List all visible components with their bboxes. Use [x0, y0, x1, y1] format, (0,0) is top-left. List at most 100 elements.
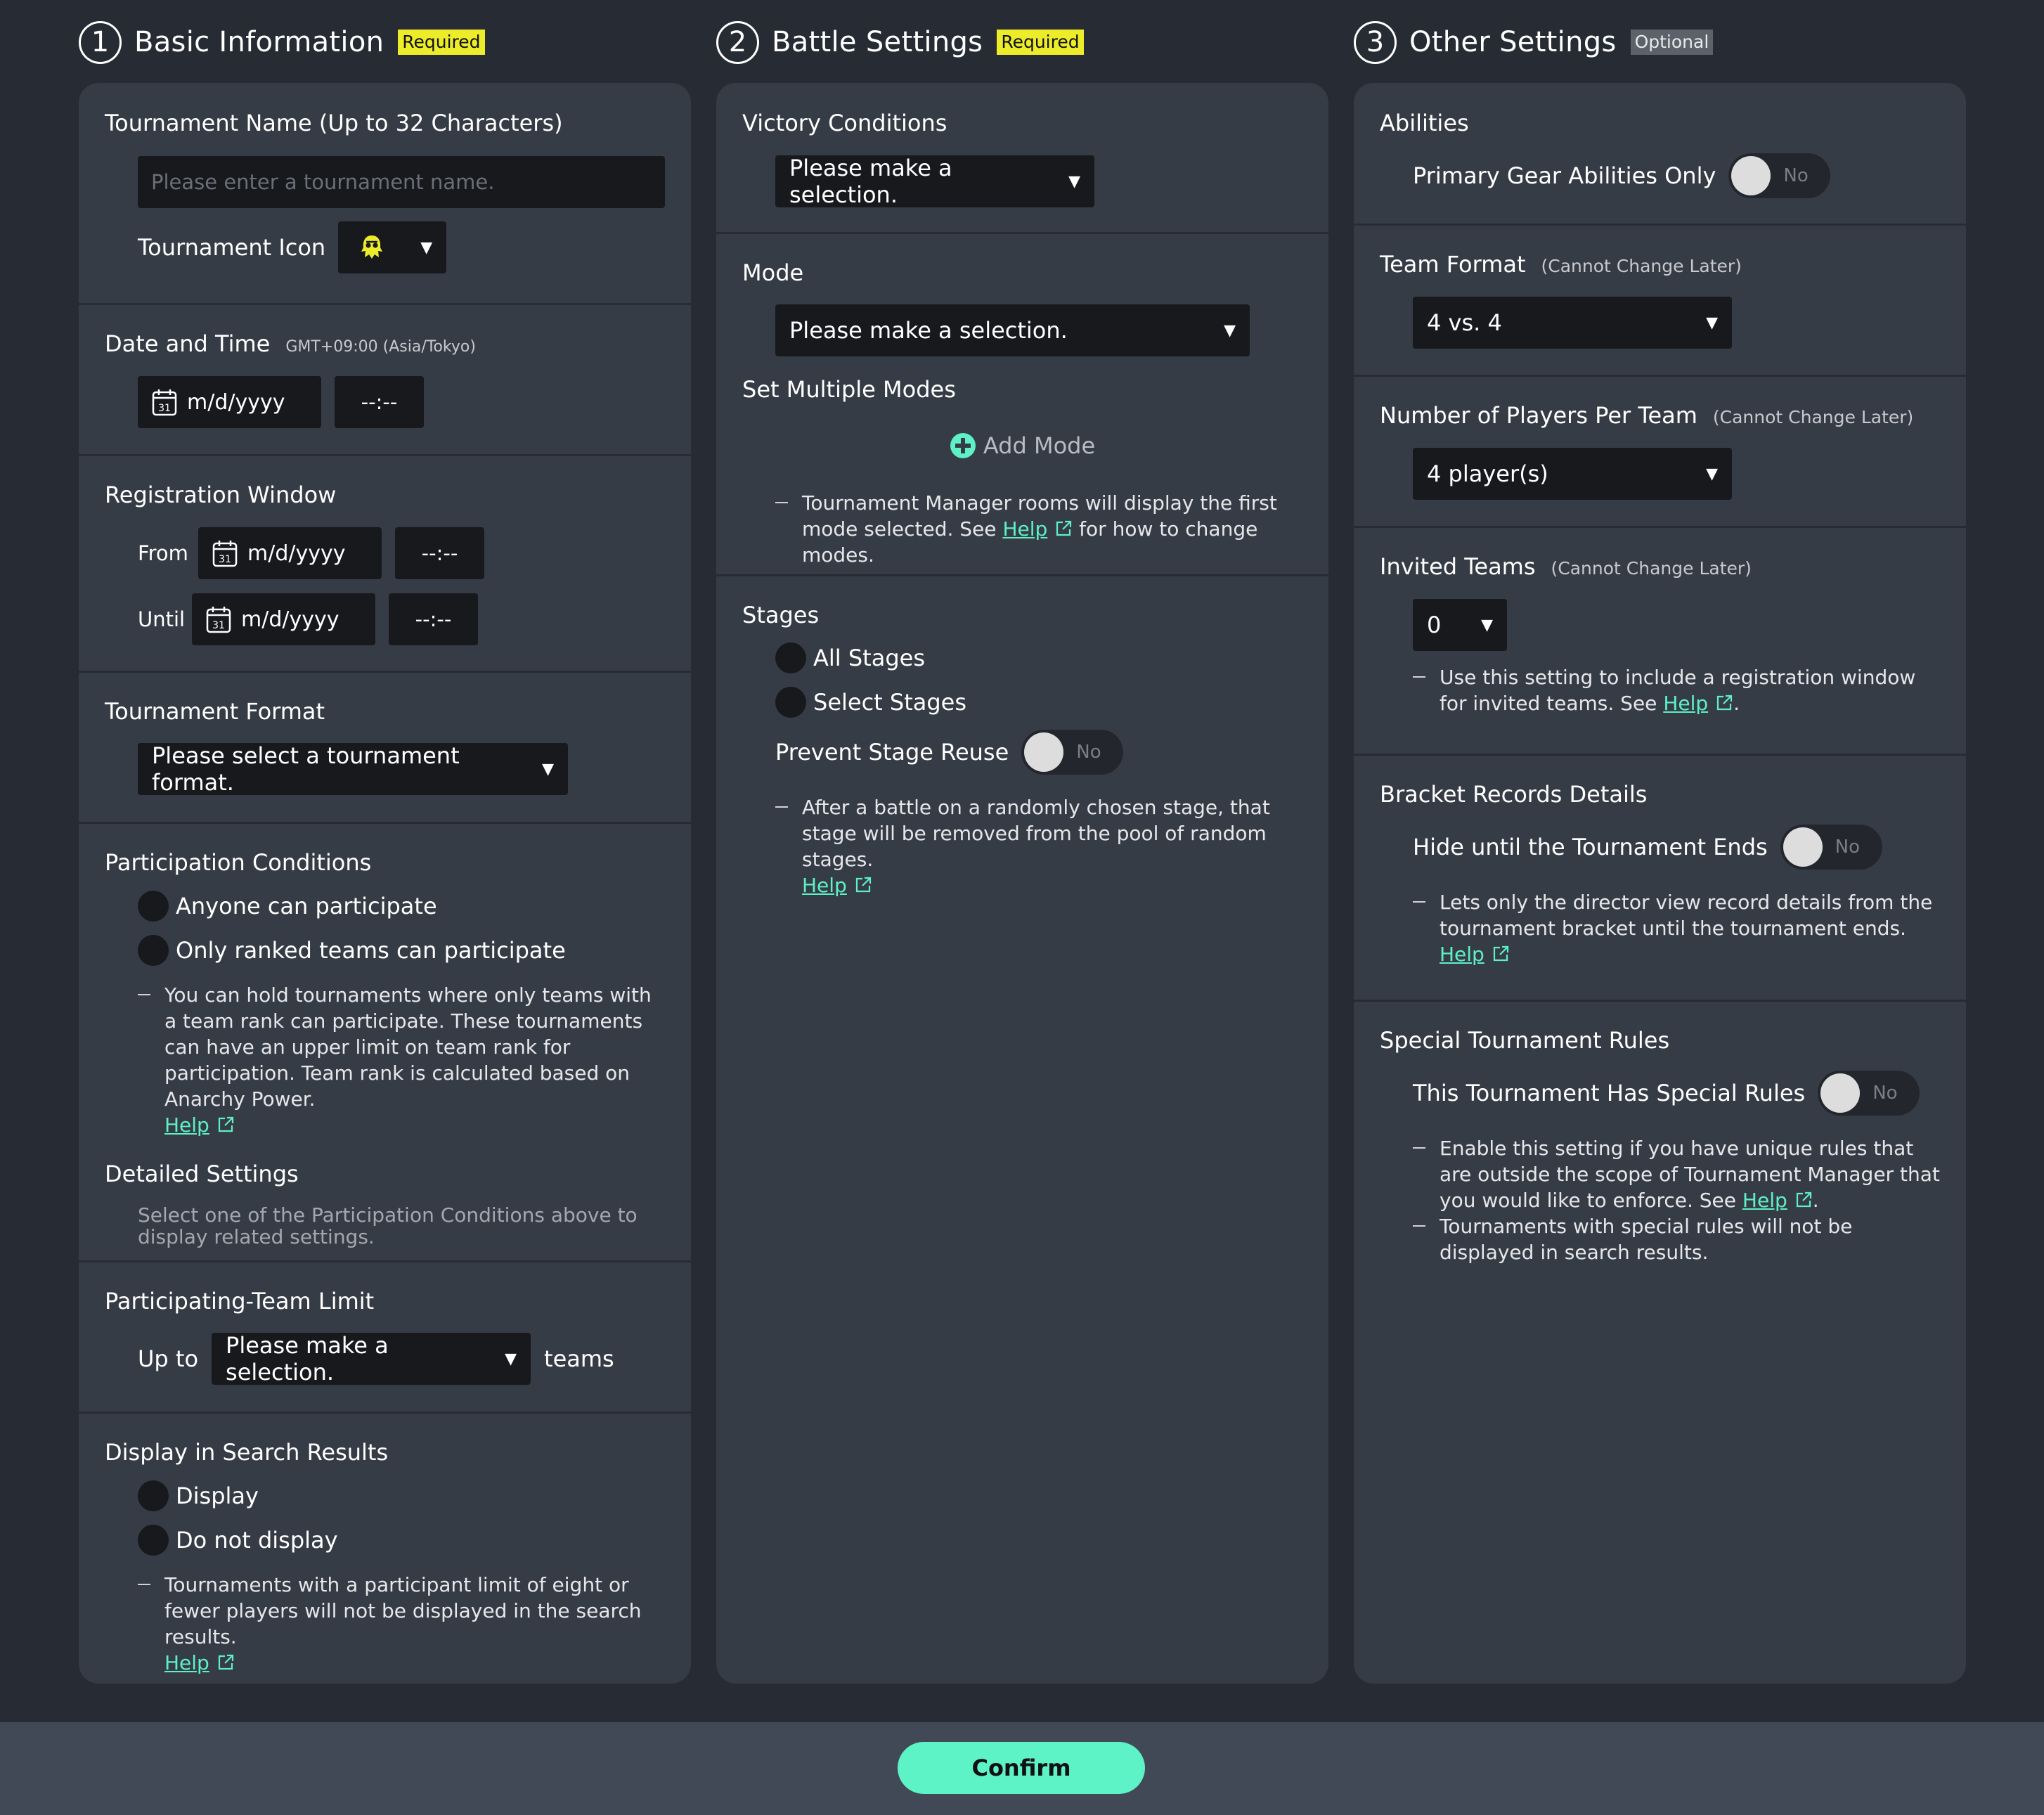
stages-section: Stages All Stages Select Stages Prevent … — [716, 576, 1328, 925]
calendar-icon: 31 — [152, 389, 177, 416]
external-link-icon[interactable] — [1715, 694, 1733, 712]
victory-conditions-select[interactable]: Please make a selection. ▼ — [775, 155, 1094, 208]
section-title: Stages — [742, 602, 820, 628]
dash-bullet — [775, 794, 802, 898]
radio-select-stages[interactable]: Select Stages — [775, 680, 1302, 724]
section-title: Tournament Name (Up to 32 Characters) — [105, 110, 563, 136]
toggle-knob — [1024, 732, 1064, 773]
required-badge: Required — [398, 30, 485, 55]
mode-section: Mode Please make a selection. ▼ Set Mult… — [716, 234, 1328, 576]
help-link[interactable]: Help — [802, 874, 847, 897]
external-link-icon[interactable] — [1054, 519, 1073, 538]
radio-button[interactable] — [775, 686, 806, 718]
add-mode-button[interactable]: Add Mode — [742, 432, 1302, 459]
optional-badge: Optional — [1630, 30, 1714, 55]
help-link[interactable]: Help — [1440, 943, 1485, 966]
players-per-team-label: Number of Players Per Team — [1380, 402, 1697, 429]
dash-bullet — [138, 1572, 164, 1676]
bracket-note: Lets only the director view record detai… — [1413, 889, 1940, 967]
external-link-icon[interactable] — [1492, 945, 1510, 963]
tournament-format-value: Please select a tournament format. — [152, 742, 460, 796]
column-header: 3 Other Settings Optional — [1354, 0, 1966, 83]
help-link[interactable]: Help — [1002, 517, 1047, 541]
section-title: Number of Players Per Team (Cannot Chang… — [1380, 402, 1940, 429]
radio-display[interactable]: Display — [138, 1473, 665, 1518]
radio-label: Anyone can participate — [176, 892, 437, 919]
toggle-state: No — [1783, 165, 1809, 187]
invited-teams-label: Invited Teams — [1380, 553, 1536, 580]
radio-all-stages[interactable]: All Stages — [775, 635, 1302, 680]
toggle-knob — [1820, 1073, 1861, 1113]
hide-until-ends-label: Hide until the Tournament Ends — [1413, 834, 1768, 861]
step-number: 3 — [1354, 20, 1397, 64]
participation-conditions-section: Participation Conditions Anyone can part… — [79, 824, 691, 1262]
section-title: Date and Time GMT+09:00 (Asia/Tokyo) — [105, 330, 665, 357]
date-time-label: Date and Time — [105, 330, 271, 357]
calendar-icon: 31 — [212, 541, 238, 567]
radio-label: Select Stages — [813, 688, 967, 716]
external-link-icon[interactable] — [216, 1653, 235, 1672]
dash-bullet — [775, 490, 802, 568]
help-link[interactable]: Help — [164, 1113, 209, 1137]
mode-note: Tournament Manager rooms will display th… — [775, 490, 1302, 568]
tournament-name-section: Tournament Name (Up to 32 Characters) Pl… — [79, 83, 691, 305]
players-per-team-select[interactable]: 4 player(s) ▼ — [1413, 448, 1732, 500]
radio-anyone[interactable]: Anyone can participate — [138, 884, 665, 928]
note-text: Tournaments with special rules will not … — [1440, 1215, 1853, 1265]
registration-from-time[interactable]: --:-- — [395, 527, 484, 580]
start-time-input[interactable]: --:-- — [335, 376, 424, 429]
radio-button[interactable] — [138, 890, 169, 922]
confirm-button[interactable]: Confirm — [898, 1742, 1145, 1794]
registration-from-date[interactable]: 31 m/d/yyyy — [198, 527, 382, 580]
external-link-icon[interactable] — [1794, 1191, 1813, 1209]
tournament-icon-select[interactable]: ▼ — [338, 221, 447, 274]
hide-until-ends-toggle[interactable]: No — [1780, 825, 1882, 870]
invited-teams-select[interactable]: 0 ▼ — [1413, 599, 1507, 652]
team-format-section: Team Format (Cannot Change Later) 4 vs. … — [1354, 226, 1966, 377]
radio-label: All Stages — [813, 644, 925, 671]
footer-bar: Confirm — [0, 1722, 2044, 1815]
mode-select[interactable]: Please make a selection. ▼ — [775, 304, 1250, 357]
detailed-settings-title: Detailed Settings — [105, 1161, 299, 1188]
participation-note: You can hold tournaments where only team… — [138, 982, 665, 1138]
team-limit-section: Participating-Team Limit Up to Please ma… — [79, 1262, 691, 1414]
svg-text:31: 31 — [219, 554, 231, 565]
external-link-icon[interactable] — [854, 876, 872, 894]
help-link[interactable]: Help — [1742, 1189, 1787, 1212]
team-format-select[interactable]: 4 vs. 4 ▼ — [1413, 297, 1732, 349]
battle-settings-panel: Victory Conditions Please make a selecti… — [716, 83, 1328, 1684]
start-date-input[interactable]: 31 m/d/yyyy — [138, 376, 321, 429]
registration-until-date[interactable]: 31 m/d/yyyy — [192, 593, 375, 646]
radio-do-not-display[interactable]: Do not display — [138, 1518, 665, 1562]
note-text: Lets only the director view record detai… — [1440, 891, 1933, 941]
toggle-state: No — [1872, 1083, 1898, 1104]
search-display-section: Display in Search Results Display Do not… — [79, 1414, 691, 1684]
tournament-format-select[interactable]: Please select a tournament format. ▼ — [138, 742, 568, 796]
start-date-value: m/d/yyyy — [187, 389, 285, 415]
radio-button[interactable] — [138, 934, 169, 966]
external-link-icon[interactable] — [216, 1116, 235, 1134]
section-title: Display in Search Results — [105, 1439, 389, 1466]
step-number: 1 — [79, 20, 122, 64]
special-rules-toggle[interactable]: No — [1818, 1071, 1920, 1116]
help-link[interactable]: Help — [164, 1651, 209, 1674]
prevent-stage-reuse-toggle[interactable]: No — [1021, 730, 1124, 775]
dash-bullet — [1413, 664, 1440, 716]
note-text: After a battle on a randomly chosen stag… — [802, 796, 1270, 872]
primary-gear-toggle[interactable]: No — [1728, 153, 1831, 199]
dash-bullet — [1413, 1213, 1440, 1265]
radio-button[interactable] — [138, 1480, 169, 1511]
note-text-end: . — [1812, 1189, 1819, 1213]
svg-text:31: 31 — [212, 620, 225, 631]
radio-ranked-only[interactable]: Only ranked teams can participate — [138, 928, 665, 972]
radio-button[interactable] — [138, 1524, 169, 1556]
tournament-name-input[interactable]: Please enter a tournament name. — [138, 156, 665, 209]
radio-button[interactable] — [775, 642, 806, 673]
section-title: Participating-Team Limit — [105, 1288, 375, 1315]
tournament-format-section: Tournament Format Please select a tourna… — [79, 673, 691, 824]
plus-circle-icon — [950, 433, 976, 459]
section-title: Victory Conditions — [742, 110, 947, 136]
registration-until-time[interactable]: --:-- — [389, 593, 478, 646]
help-link[interactable]: Help — [1663, 692, 1708, 715]
team-limit-select[interactable]: Please make a selection. ▼ — [212, 1332, 531, 1386]
